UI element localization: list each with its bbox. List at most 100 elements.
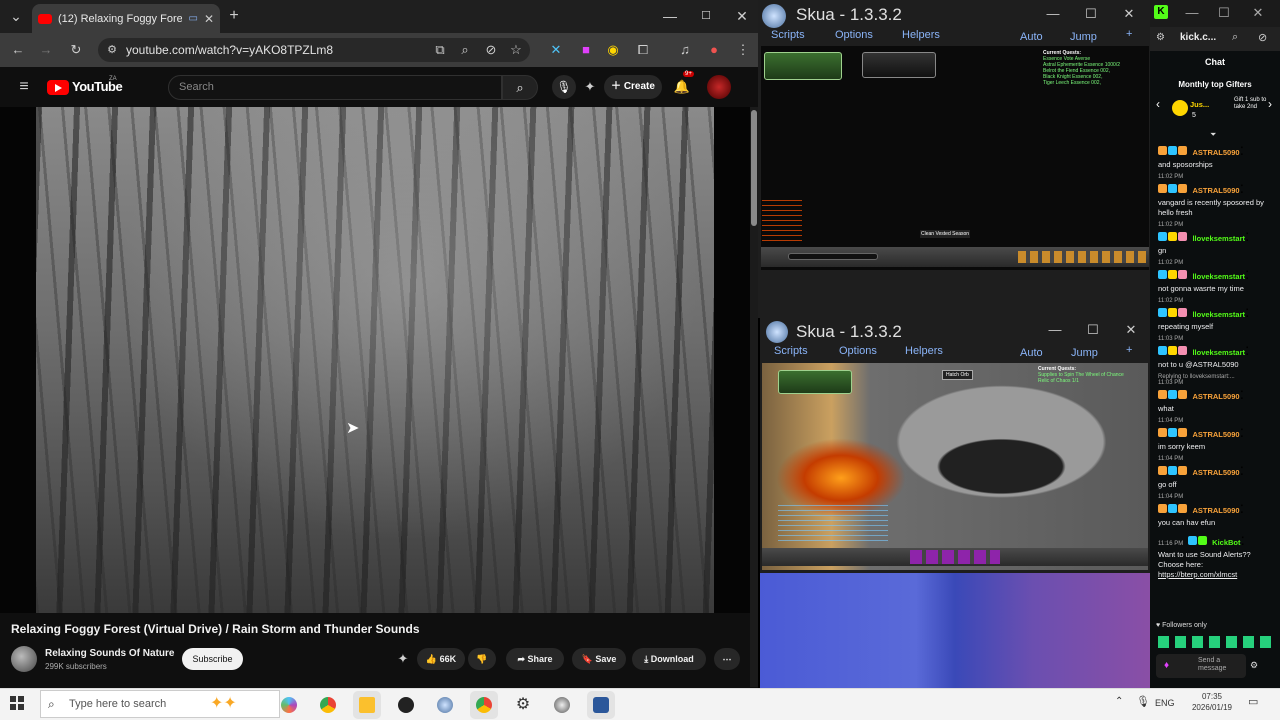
extensions-puzzle-icon[interactable]: ⧠ xyxy=(633,40,653,60)
download-button[interactable]: ⤓ Download xyxy=(632,648,706,670)
clock-date: 2026/01/19 xyxy=(1191,703,1233,712)
cast-icon: ▭ xyxy=(188,13,198,24)
skill-bar[interactable] xyxy=(1018,251,1146,263)
clock[interactable]: 07:35 2026/01/19 xyxy=(1187,691,1237,713)
search-icon: ⌕ xyxy=(516,80,524,95)
chat-input[interactable] xyxy=(788,253,878,260)
chat-header: Chat xyxy=(1205,57,1225,67)
account-avatar[interactable] xyxy=(707,75,731,99)
skua-alt-app-icon[interactable] xyxy=(548,691,576,719)
new-tab-button[interactable]: + xyxy=(224,6,244,26)
maximize-icon[interactable]: ☐ xyxy=(1085,322,1101,338)
more-actions-button[interactable]: ⋯ xyxy=(714,648,740,670)
browser-menu-icon[interactable]: ⋮ xyxy=(733,40,753,60)
tab-search-icon[interactable]: ⌄ xyxy=(6,6,26,26)
eye-off-icon[interactable]: ⊘ xyxy=(481,40,501,60)
menu-jump[interactable]: Jump xyxy=(1070,31,1097,43)
share-button[interactable]: ➦ Share xyxy=(506,648,564,670)
reload-icon[interactable]: ↻ xyxy=(66,40,86,60)
chrome-app-icon[interactable] xyxy=(314,691,342,719)
file-explorer-app-icon[interactable] xyxy=(353,691,381,719)
zoom-icon[interactable]: ⌕ xyxy=(455,40,475,60)
chat-settings-icon[interactable]: ⚙ xyxy=(1250,660,1258,671)
ask-ai-icon[interactable]: ✦ xyxy=(393,649,413,669)
media-controls-icon[interactable]: ♫ xyxy=(675,40,695,60)
video-player[interactable] xyxy=(36,107,714,613)
notification-count: 9+ xyxy=(683,71,694,77)
menu-helpers[interactable]: Helpers xyxy=(905,345,943,357)
bookmark-star-icon[interactable]: ☆ xyxy=(506,40,526,60)
extension-purple-icon[interactable]: ■ xyxy=(576,40,596,60)
install-app-icon[interactable]: ⧉ xyxy=(430,40,450,60)
channel-name[interactable]: Relaxing Sounds Of Nature xyxy=(45,648,174,659)
language-indicator[interactable]: ENG xyxy=(1155,698,1175,708)
profile-icon[interactable]: ● xyxy=(704,40,724,60)
taskbar-search-input[interactable]: Type here to search xyxy=(40,690,280,718)
add-menu-icon[interactable]: + xyxy=(1126,28,1132,40)
add-menu-icon[interactable]: + xyxy=(1126,344,1132,356)
like-button[interactable]: 👍 66K xyxy=(417,648,465,670)
chrome-profile-app-icon[interactable] xyxy=(470,691,498,719)
scrollbar-thumb[interactable] xyxy=(751,110,757,226)
menu-scripts[interactable]: Scripts xyxy=(774,345,808,357)
microphone-icon[interactable]: 🎙 xyxy=(1136,695,1150,708)
chat-link[interactable]: https://bterp.com/xlmcst xyxy=(1158,570,1276,580)
menu-auto[interactable]: Auto xyxy=(1020,347,1043,359)
close-icon[interactable]: ✕ xyxy=(1121,6,1137,22)
copilot-app-icon[interactable] xyxy=(275,691,303,719)
minimize-icon[interactable]: — xyxy=(660,6,680,26)
channel-avatar[interactable] xyxy=(11,646,37,672)
close-icon[interactable]: ✕ xyxy=(1250,5,1266,21)
search-button[interactable]: ⌕ xyxy=(502,75,538,100)
extension-translate-icon[interactable]: ✕ xyxy=(546,40,566,60)
ai-sparkle-icon[interactable]: ✦ xyxy=(580,77,600,97)
voice-search-icon[interactable]: 🎙 xyxy=(552,75,576,99)
subscribe-button[interactable]: Subscribe xyxy=(182,648,243,670)
menu-auto[interactable]: Auto xyxy=(1020,31,1043,43)
hamburger-menu-icon[interactable]: ≡ xyxy=(14,77,34,97)
minimize-icon[interactable]: — xyxy=(1047,322,1063,337)
gifters-prev-icon[interactable]: ‹ xyxy=(1156,97,1160,111)
browser-tab[interactable]: (12) Relaxing Foggy Forest ▭ ✕ xyxy=(32,4,220,33)
menu-options[interactable]: Options xyxy=(839,345,877,357)
extension-yellow-icon[interactable]: ◉ xyxy=(603,40,623,60)
github-app-icon[interactable] xyxy=(392,691,420,719)
gifter-name[interactable]: Jus... xyxy=(1190,100,1209,109)
menu-scripts[interactable]: Scripts xyxy=(771,29,805,41)
menu-options[interactable]: Options xyxy=(835,29,873,41)
menu-jump[interactable]: Jump xyxy=(1071,347,1098,359)
close-tab-icon[interactable]: ✕ xyxy=(204,12,214,26)
close-icon[interactable]: ✕ xyxy=(1123,322,1139,338)
dislike-button[interactable]: 👎 xyxy=(468,648,496,670)
settings-app-icon[interactable]: ⚙ xyxy=(509,691,537,719)
notifications-icon[interactable]: ▭ xyxy=(1248,695,1258,708)
maximize-icon[interactable]: ☐ xyxy=(696,6,716,26)
menu-helpers[interactable]: Helpers xyxy=(902,29,940,41)
minimize-icon[interactable]: — xyxy=(1184,5,1200,20)
close-window-icon[interactable]: ✕ xyxy=(732,6,752,26)
kick-url-label[interactable]: kick.c... xyxy=(1180,32,1216,43)
search-input[interactable]: Search xyxy=(168,75,502,100)
save-button[interactable]: 🔖 Save xyxy=(572,648,626,670)
back-icon[interactable]: ← xyxy=(8,40,28,60)
minimize-icon[interactable]: — xyxy=(1045,6,1061,21)
maximize-icon[interactable]: ☐ xyxy=(1216,5,1232,21)
tray-chevron-icon[interactable]: ⌃ xyxy=(1115,696,1123,707)
windows-start-icon[interactable] xyxy=(10,696,24,710)
skill-bar[interactable] xyxy=(910,550,1000,564)
maximize-icon[interactable]: ☐ xyxy=(1083,6,1099,22)
site-info-icon[interactable]: ⚙ xyxy=(102,40,122,60)
gift-cta[interactable]: Gift 1 sub to take 2nd xyxy=(1234,97,1270,111)
forward-icon[interactable]: → xyxy=(36,40,56,60)
emote-row[interactable] xyxy=(1158,636,1276,648)
settings-sliders-icon[interactable]: ⚙ xyxy=(1156,32,1165,43)
target-status-panel xyxy=(862,52,936,78)
youtube-logo-icon[interactable] xyxy=(47,80,69,95)
zoom-icon[interactable]: ⌕ xyxy=(1232,31,1238,44)
notifications-bell-icon[interactable]: 🔔 xyxy=(672,77,692,97)
skua-app-icon[interactable] xyxy=(431,691,459,719)
emote-picker-icon[interactable]: ♦ xyxy=(1164,660,1169,671)
word-app-icon[interactable] xyxy=(587,691,615,719)
create-button[interactable]: ＋ Create xyxy=(604,75,662,99)
eye-off-icon[interactable]: ⊘ xyxy=(1258,31,1267,44)
